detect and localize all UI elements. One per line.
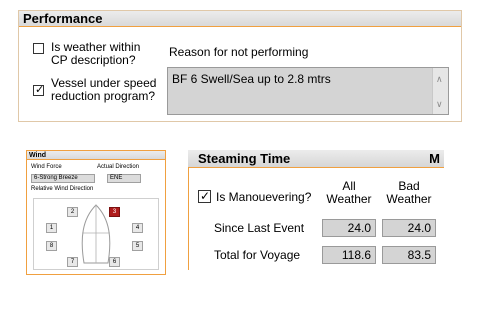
actual-direction-label: Actual Direction	[97, 164, 140, 170]
checkmark-icon: ✓	[200, 189, 211, 203]
reason-label: Reason for not performing	[169, 45, 309, 59]
manoeuvering-checkbox[interactable]: ✓	[198, 190, 211, 203]
wind-dir-2-button[interactable]: 2	[67, 207, 78, 217]
scroll-up-icon[interactable]: ∧	[436, 74, 443, 85]
steaming-time-title: Steaming Time	[198, 151, 291, 166]
actual-direction-field[interactable]: ENE	[107, 174, 141, 183]
performance-panel: Performance Is weather within CP descrip…	[18, 10, 462, 122]
speed-label-line2: reduction program?	[51, 89, 156, 103]
total-for-voyage-all-weather[interactable]: 118.6	[322, 246, 376, 264]
wind-dir-1-button[interactable]: 1	[46, 223, 57, 233]
speed-reduction-checkbox[interactable]: ✓	[33, 84, 45, 96]
relative-wind-grid: 2 3 1 4 8 5 7 6	[33, 198, 159, 270]
col-bad-line2: Weather	[386, 192, 432, 206]
steaming-time-panel: Steaming Time M ✓ Is Manouevering? All W…	[188, 150, 444, 270]
relative-wind-label: Relative Wind Direction	[31, 186, 94, 192]
wind-dir-3-button[interactable]: 3	[109, 207, 120, 217]
reason-scrollbar[interactable]: ∧ ∨	[432, 68, 448, 114]
wind-force-label: Wind Force	[31, 164, 62, 170]
performance-header: Performance	[19, 11, 461, 27]
since-last-event-label: Since Last Event	[214, 221, 305, 235]
steaming-time-header: Steaming Time M	[188, 150, 444, 168]
manoeuvering-label: Is Manouevering?	[216, 190, 312, 204]
wind-dir-5-button[interactable]: 5	[132, 241, 143, 251]
weather-within-cp-checkbox[interactable]	[33, 43, 44, 54]
steaming-title-suffix: M	[429, 151, 440, 166]
since-last-event-all-weather[interactable]: 24.0	[322, 219, 376, 237]
scroll-down-icon[interactable]: ∨	[436, 99, 443, 110]
wind-force-field[interactable]: 6-Strong Breeze	[31, 174, 95, 183]
reason-text: BF 6 Swell/Sea up to 2.8 mtrs	[172, 72, 331, 86]
wind-dir-7-button[interactable]: 7	[67, 257, 78, 267]
col-all-line2: Weather	[326, 192, 372, 206]
since-last-event-bad-weather[interactable]: 24.0	[382, 219, 436, 237]
speed-reduction-label: Vessel under speed reduction program?	[51, 77, 156, 103]
wind-dir-8-button[interactable]: 8	[46, 241, 57, 251]
weather-label-line2: CP description?	[51, 53, 136, 67]
wind-dir-6-button[interactable]: 6	[109, 257, 120, 267]
checkmark-icon: ✓	[35, 84, 45, 96]
reason-textarea[interactable]: BF 6 Swell/Sea up to 2.8 mtrs ∧ ∨	[167, 67, 449, 115]
wind-header: Wind	[27, 151, 165, 160]
total-for-voyage-label: Total for Voyage	[214, 248, 301, 262]
total-for-voyage-bad-weather[interactable]: 83.5	[382, 246, 436, 264]
wind-panel: Wind Wind Force Actual Direction 6-Stron…	[26, 150, 166, 275]
col-all-weather-header: All Weather	[322, 180, 376, 206]
col-bad-weather-header: Bad Weather	[382, 180, 436, 206]
wind-dir-4-button[interactable]: 4	[132, 223, 143, 233]
weather-within-cp-label: Is weather within CP description?	[51, 41, 140, 67]
